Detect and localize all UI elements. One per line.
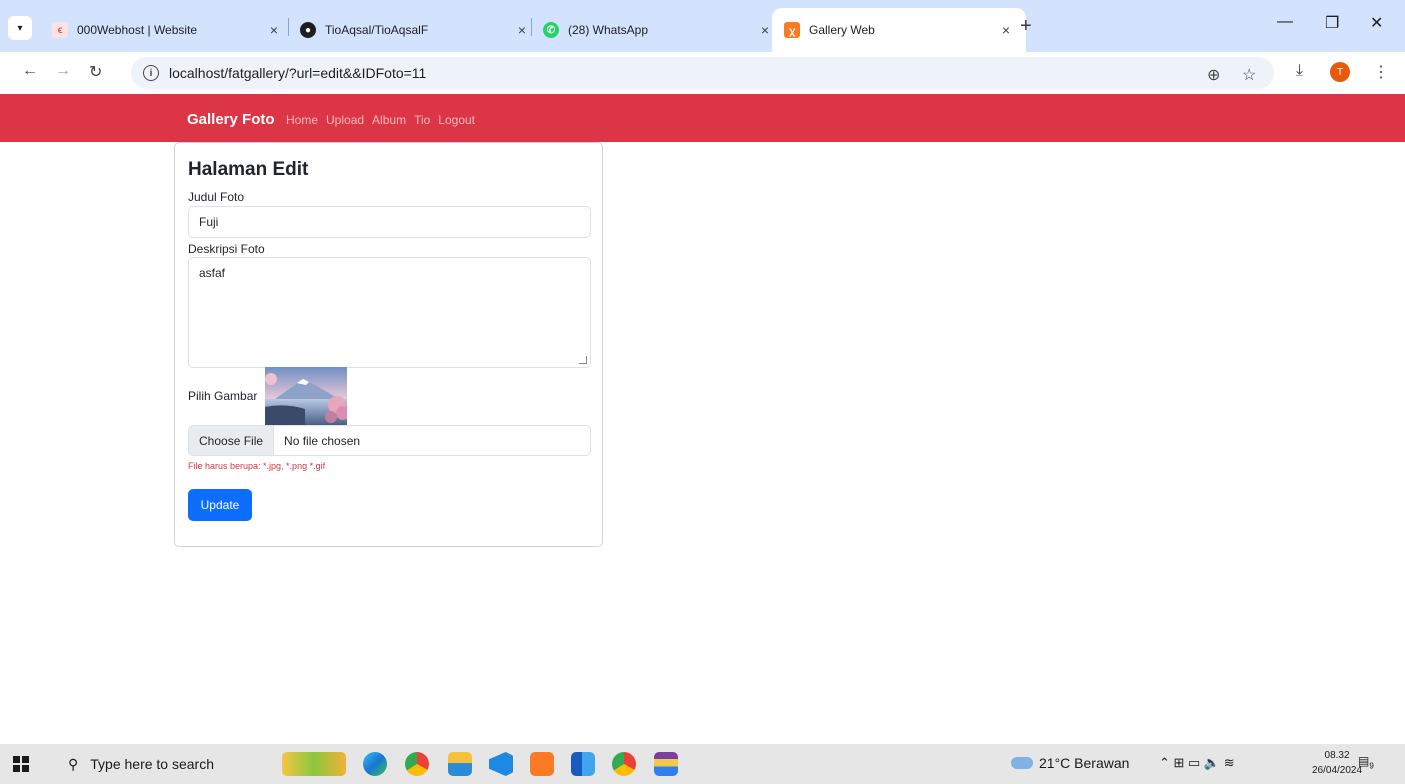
browser-toolbar: ← → ↻ i localhost/fatgallery/?url=edit&&… — [0, 52, 1405, 94]
tab-title: (28) WhatsApp — [568, 23, 649, 37]
judul-foto-input[interactable]: Fuji — [188, 206, 591, 238]
address-url[interactable]: localhost/fatgallery/?url=edit&&IDFoto=1… — [169, 65, 426, 81]
taskbar-search-box[interactable]: ⚲ Type here to search — [50, 746, 267, 782]
profile-avatar[interactable]: T — [1330, 62, 1350, 82]
tab-000webhost[interactable]: ϵ 000Webhost | Website × — [40, 8, 294, 52]
browser-tab-strip: ▾ ϵ 000Webhost | Website × ● TioAqsal/Ti… — [0, 0, 1405, 52]
clock-time: 08.32 — [1324, 750, 1350, 761]
deskripsi-foto-label: Deskripsi Foto — [188, 242, 265, 256]
notification-count: 9 — [1369, 761, 1374, 771]
navbar-links: Home Upload Album Tio Logout — [286, 113, 475, 127]
taskbar-search-placeholder[interactable]: Type here to search — [90, 756, 214, 772]
tab-title: Gallery Web — [809, 23, 875, 37]
zoom-icon[interactable]: ⊕ — [1207, 65, 1220, 85]
update-button[interactable]: Update — [188, 489, 252, 521]
page-title: Halaman Edit — [188, 159, 309, 180]
edge-icon[interactable] — [363, 752, 387, 776]
tab-gallery-web[interactable]: ꭓ Gallery Web × — [772, 8, 1026, 52]
menu-kebab-icon[interactable]: ⋮ — [1373, 62, 1389, 82]
deskripsi-foto-textarea[interactable]: asfaf — [188, 257, 591, 368]
chrome-profile-icon[interactable] — [612, 752, 636, 776]
deskripsi-foto-value: asfaf — [199, 266, 226, 280]
xampp-icon[interactable] — [530, 752, 554, 776]
file-explorer-icon[interactable] — [448, 752, 472, 776]
github-favicon-icon: ● — [300, 22, 316, 38]
windows-start-icon[interactable] — [13, 756, 29, 772]
minimize-icon[interactable]: — — [1277, 13, 1293, 31]
search-icon: ⚲ — [68, 755, 79, 772]
navbar-brand[interactable]: Gallery Foto — [187, 111, 275, 128]
tab-title: TioAqsal/TioAqsalF — [325, 23, 429, 37]
vscode-icon[interactable] — [489, 752, 513, 776]
choose-file-button[interactable]: Choose File — [189, 426, 275, 455]
system-tray-icons[interactable]: ⌃ ⊞ ▭ 🔈 ≋ — [1159, 755, 1235, 771]
close-icon[interactable]: × — [266, 22, 282, 38]
restore-icon[interactable]: ❐ — [1325, 13, 1339, 33]
download-icon[interactable]: ⤓ — [1296, 62, 1303, 80]
forward-icon[interactable]: → — [55, 62, 71, 80]
new-tab-button[interactable]: + — [1020, 15, 1032, 38]
widgets-icon[interactable] — [282, 752, 346, 776]
bookmark-star-icon[interactable]: ☆ — [1242, 65, 1256, 85]
whatsapp-favicon-icon: ✆ — [543, 22, 559, 38]
file-status-text: No file chosen — [284, 433, 361, 448]
app-navbar: Gallery Foto Home Upload Album Tio Logou… — [0, 94, 1405, 142]
nav-link-album[interactable]: Album — [372, 113, 406, 127]
file-type-hint: File harus berupa: *.jpg, *.png *.gif — [188, 461, 326, 471]
clock-date: 26/04/2024 — [1312, 765, 1363, 776]
back-icon[interactable]: ← — [22, 62, 38, 80]
pilih-gambar-label: Pilih Gambar — [188, 389, 258, 403]
resize-handle-icon[interactable] — [579, 356, 587, 364]
address-bar[interactable]: i localhost/fatgallery/?url=edit&&IDFoto… — [131, 57, 1274, 89]
nav-link-upload[interactable]: Upload — [326, 113, 364, 127]
file-input[interactable]: Choose File No file chosen — [188, 425, 591, 456]
close-window-icon[interactable]: ✕ — [1370, 13, 1383, 33]
xampp-favicon-icon: ꭓ — [784, 22, 800, 38]
close-icon[interactable]: × — [998, 22, 1014, 38]
nav-link-user[interactable]: Tio — [414, 113, 430, 127]
tab-search-button[interactable]: ▾ — [8, 16, 32, 40]
tab-github[interactable]: ● TioAqsal/TioAqsalF × — [288, 8, 542, 52]
edit-card: Halaman Edit Judul Foto Fuji Deskripsi F… — [174, 142, 603, 547]
cloud-icon — [1011, 757, 1033, 769]
webhost-favicon-icon: ϵ — [52, 22, 68, 38]
reload-icon[interactable]: ↻ — [89, 62, 102, 82]
current-photo-thumbnail — [265, 367, 347, 425]
judul-foto-label: Judul Foto — [188, 190, 245, 204]
nav-link-home[interactable]: Home — [286, 113, 318, 127]
tab-whatsapp[interactable]: ✆ (28) WhatsApp × — [531, 8, 785, 52]
taskbar-clock[interactable]: 08.32 26/04/2024 — [1312, 748, 1362, 778]
tab-title: 000Webhost | Website — [77, 23, 198, 37]
nav-link-logout[interactable]: Logout — [438, 113, 475, 127]
word-icon[interactable] — [571, 752, 595, 776]
windows-taskbar: ⚲ Type here to search 21°C Berawan ⌃ ⊞ ▭… — [0, 744, 1405, 784]
chrome-icon[interactable] — [405, 752, 429, 776]
winrar-icon[interactable] — [654, 752, 678, 776]
site-info-icon[interactable]: i — [143, 65, 159, 81]
close-icon[interactable]: × — [514, 22, 530, 38]
weather-widget[interactable]: 21°C Berawan — [1011, 755, 1129, 771]
notification-icon[interactable]: ▤9 — [1358, 754, 1376, 772]
weather-text: 21°C Berawan — [1039, 755, 1130, 771]
close-icon[interactable]: × — [757, 22, 773, 38]
